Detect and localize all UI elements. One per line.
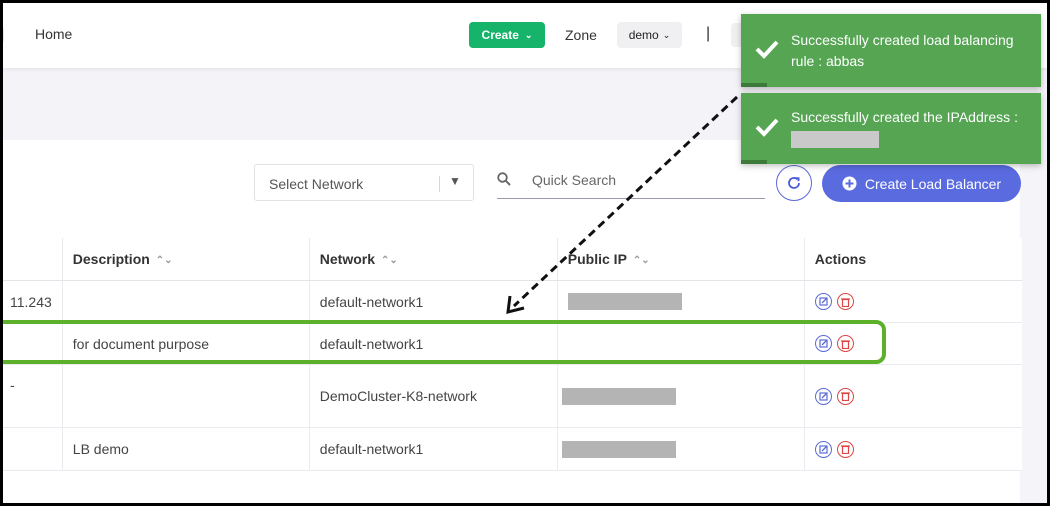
create-button[interactable]: Create ⌄ bbox=[469, 22, 545, 48]
cell-public-ip bbox=[557, 280, 805, 323]
cell-actions bbox=[804, 280, 1022, 323]
column-header-description[interactable]: Description ⌃⌄ bbox=[62, 238, 310, 281]
select-divider bbox=[439, 176, 440, 192]
sort-icon[interactable]: ⌃⌄ bbox=[633, 255, 650, 266]
quick-search-input[interactable] bbox=[530, 171, 754, 189]
checkmark-icon bbox=[755, 40, 779, 59]
checkmark-icon bbox=[755, 118, 779, 137]
refresh-icon bbox=[788, 177, 800, 189]
column-header-actions: Actions bbox=[804, 238, 1022, 281]
column-header-public-ip[interactable]: Public IP ⌃⌄ bbox=[557, 238, 805, 281]
create-load-balancer-button[interactable]: Create Load Balancer bbox=[822, 165, 1021, 202]
column-header-network[interactable]: Network ⌃⌄ bbox=[309, 238, 558, 281]
cell-name: - bbox=[0, 364, 63, 428]
cell-name: 11.243 bbox=[0, 280, 63, 323]
cell-public-ip bbox=[557, 364, 805, 428]
sort-icon[interactable]: ⌃⌄ bbox=[156, 255, 173, 266]
cell-description bbox=[62, 280, 310, 323]
redacted-ip bbox=[561, 387, 676, 405]
cell-actions bbox=[804, 427, 1022, 471]
cell-description: LB demo bbox=[62, 427, 310, 471]
network-select-placeholder: Select Network bbox=[269, 176, 364, 192]
highlight-annotation-box bbox=[0, 320, 886, 364]
network-select[interactable]: Select Network ▼ bbox=[254, 164, 474, 201]
topbar-separator: | bbox=[706, 25, 711, 42]
success-toast[interactable]: Successfully created the IPAddress : bbox=[741, 93, 1041, 164]
edit-icon[interactable] bbox=[814, 387, 832, 405]
caret-down-icon[interactable]: ▼ bbox=[449, 174, 461, 188]
create-button-label: Create bbox=[481, 28, 519, 42]
toast-progress-bar bbox=[741, 160, 767, 164]
home-link[interactable]: Home bbox=[35, 26, 72, 42]
success-toast[interactable]: Successfully created load balancing rule… bbox=[741, 14, 1041, 87]
table-header-row: Description ⌃⌄ Network ⌃⌄ Public IP ⌃⌄ Acti… bbox=[0, 238, 1022, 281]
delete-icon[interactable] bbox=[836, 293, 854, 311]
create-load-balancer-label: Create Load Balancer bbox=[864, 175, 1002, 192]
edit-icon[interactable] bbox=[814, 293, 832, 311]
toast-message-container: Successfully created the IPAddress : bbox=[791, 107, 1029, 154]
sort-icon[interactable]: ⌃⌄ bbox=[381, 255, 398, 266]
redacted-ip bbox=[561, 440, 676, 458]
cell-network: default-network1 bbox=[309, 427, 558, 471]
chevron-down-icon: ⌄ bbox=[524, 29, 533, 40]
column-header-name[interactable] bbox=[0, 238, 63, 281]
delete-icon[interactable] bbox=[836, 440, 854, 458]
delete-icon[interactable] bbox=[836, 387, 854, 405]
chevron-down-icon: ⌄ bbox=[662, 29, 671, 40]
redacted-ip bbox=[567, 293, 682, 311]
table-row: - DemoCluster-K8-network bbox=[0, 364, 1022, 428]
cell-name bbox=[0, 427, 63, 471]
zone-select-value: demo bbox=[628, 28, 659, 42]
cell-actions bbox=[804, 364, 1022, 428]
plus-circle-icon bbox=[842, 176, 857, 191]
redacted-ip bbox=[791, 131, 879, 148]
table-row: 11.243 default-network1 bbox=[0, 280, 1022, 323]
toast-progress-bar bbox=[741, 83, 767, 87]
collapsed-sidebar-edge bbox=[0, 27, 4, 43]
refresh-button[interactable] bbox=[776, 165, 812, 201]
zone-label: Zone bbox=[565, 27, 597, 43]
cell-network: DemoCluster-K8-network bbox=[309, 364, 558, 428]
toast-message: Successfully created the IPAddress : bbox=[791, 109, 1018, 125]
cell-description bbox=[62, 364, 310, 428]
table-row: LB demo default-network1 bbox=[0, 427, 1022, 471]
cell-network: default-network1 bbox=[309, 280, 558, 323]
zone-select[interactable]: demo ⌄ bbox=[617, 22, 682, 48]
edit-icon[interactable] bbox=[814, 440, 832, 458]
search-icon bbox=[497, 172, 511, 186]
quick-search bbox=[497, 166, 765, 199]
toast-message: Successfully created load balancing rule… bbox=[791, 32, 1014, 69]
cell-public-ip bbox=[557, 427, 805, 471]
